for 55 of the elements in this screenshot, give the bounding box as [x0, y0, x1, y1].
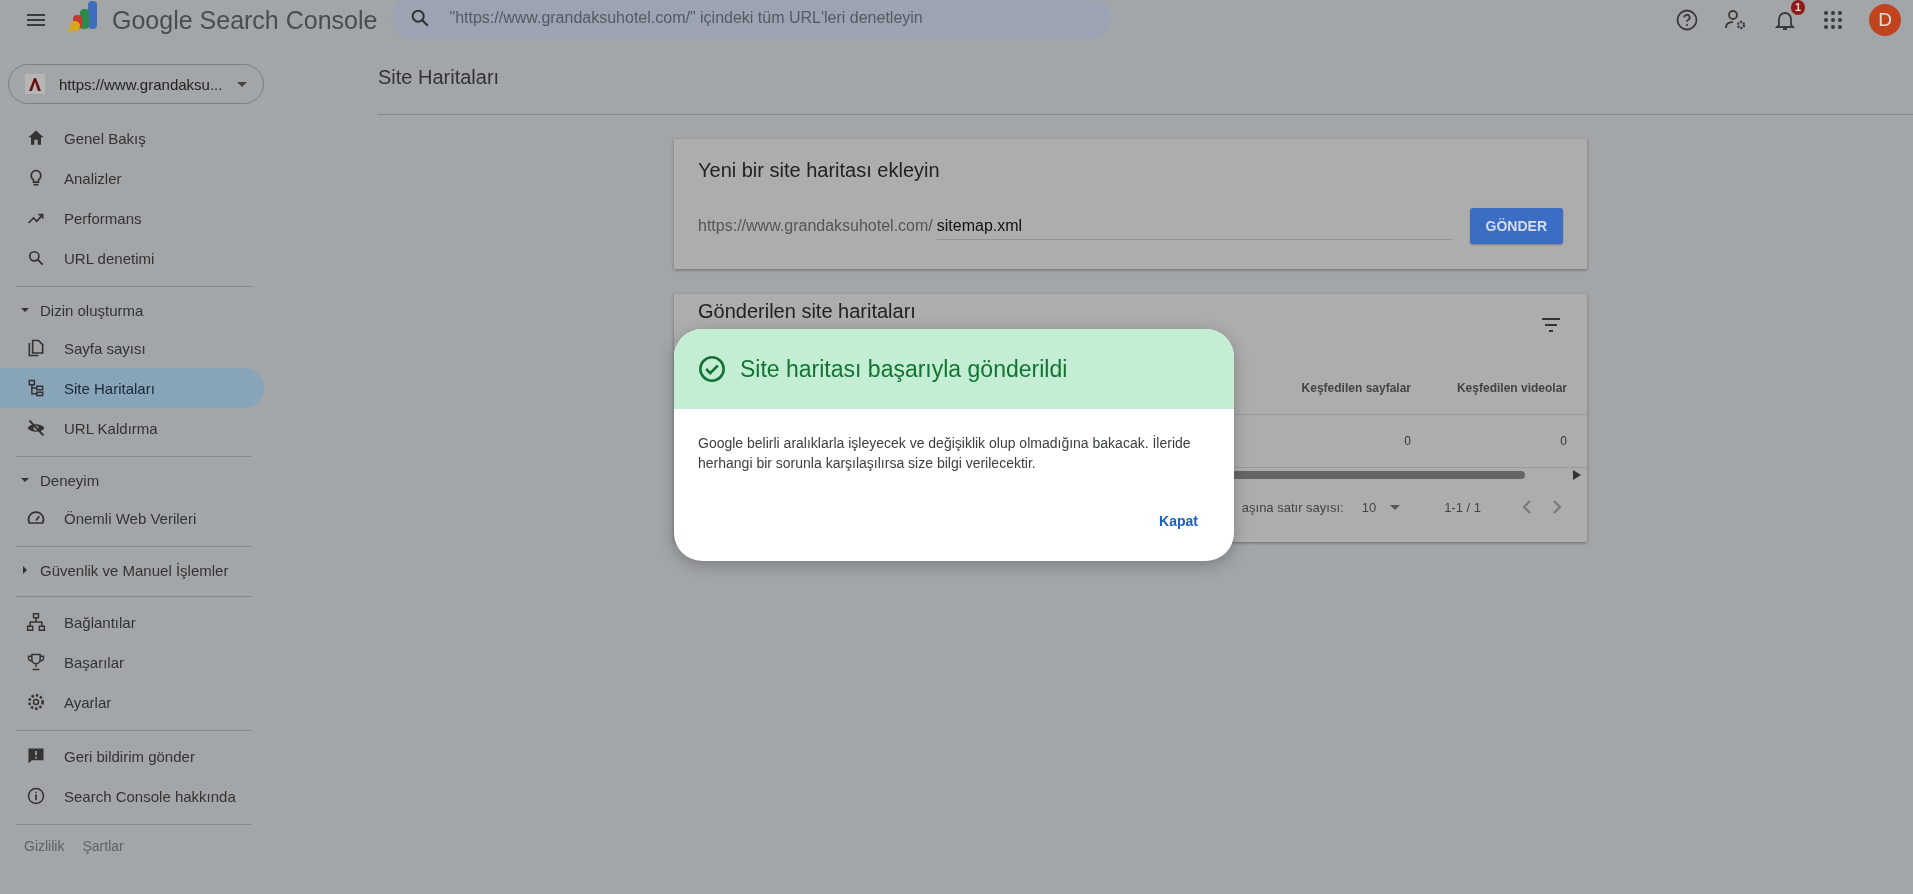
nav-item[interactable]: Sayfa sayısı	[0, 328, 264, 368]
table-cell-text: 0	[1559, 434, 1567, 448]
caret-icon	[20, 305, 30, 315]
pages-icon	[26, 338, 46, 358]
page-title: Site Haritaları	[378, 65, 500, 89]
nav-item[interactable]: Önemli Web Verileri	[0, 498, 264, 538]
submit-button[interactable]: GÖNDER	[1469, 208, 1563, 244]
caret-icon	[20, 565, 30, 575]
nav-section[interactable]: Dizin oluşturma	[0, 292, 264, 328]
table-cell-text: 0	[1403, 434, 1411, 448]
nav-item[interactable]: Genel Bakış	[0, 118, 264, 158]
app-title: Google Search Console	[112, 5, 378, 35]
search-field[interactable]: "https://www.grandaksuhotel.com/" içindeki tüm URL'leri denetleyin	[391, 0, 1112, 39]
dialog-message: Google belirli aralıklarla işleyecek ve değişiklik olup olmadığına bakacak. İleride herhangi bir sorunla karşılaşılırsa size bilgi verilecektir.	[698, 434, 1192, 473]
nav-section[interactable]: Güvenlik ve Manuel İşlemler	[0, 552, 264, 588]
nav-item[interactable]: URL Kaldırma	[0, 408, 264, 448]
links-icon	[26, 612, 46, 632]
nav-item[interactable]: Geri bildirim gönder	[0, 736, 264, 776]
gear-icon	[26, 692, 46, 712]
avatar[interactable]: D	[1869, 4, 1901, 36]
url-prefix: https://www.grandaksuhotel.com/	[698, 217, 933, 235]
column-header[interactable]: Keşfedilen sayfalar	[1255, 381, 1411, 395]
dialog-title: Site haritası başarıyla gönderildi	[740, 355, 1068, 383]
card-title: Gönderilen site haritaları	[698, 300, 916, 323]
nav-item[interactable]: Bağlantılar	[0, 602, 264, 642]
caret-icon	[20, 475, 30, 485]
caret-icon	[237, 81, 247, 87]
page-range: 1-1 / 1	[1444, 499, 1481, 515]
nav-item[interactable]: Site Haritaları	[0, 368, 264, 408]
eyeoff-icon	[26, 418, 46, 438]
column-header[interactable]: Keşfedilen videolar	[1411, 381, 1567, 395]
close-button[interactable]: Kapat	[1147, 509, 1210, 533]
caret-icon	[1390, 504, 1401, 510]
sitemap-input[interactable]: sitemap.xml	[936, 212, 1452, 240]
trophy-icon	[26, 652, 46, 672]
site-logo-icon	[25, 74, 45, 94]
nav-item[interactable]: Analizler	[0, 158, 264, 198]
nav-item[interactable]: Başarılar	[0, 642, 264, 682]
home-icon	[26, 128, 46, 148]
rows-per-page-label: aşına satır sayısı:	[1241, 499, 1344, 515]
search-icon	[26, 248, 46, 268]
help-icon[interactable]	[1675, 8, 1699, 32]
scroll-right-icon[interactable]	[1573, 470, 1581, 480]
sitemap-icon	[26, 378, 46, 398]
apps-grid-icon[interactable]	[1821, 8, 1845, 32]
nav-item[interactable]: Ayarlar	[0, 682, 264, 722]
nav-item[interactable]: Search Console hakkında	[0, 776, 264, 816]
notification-badge: 1	[1790, 0, 1805, 15]
rows-per-page-select[interactable]: 10	[1361, 499, 1401, 515]
card-title: Yeni bir site haritası ekleyin	[698, 159, 941, 182]
nav-item[interactable]: Performans	[0, 198, 264, 238]
check-circle-icon	[698, 355, 726, 383]
nav-section[interactable]: Deneyim	[0, 462, 264, 498]
info-icon	[26, 786, 46, 806]
nav-item[interactable]: URL denetimi	[0, 238, 264, 278]
